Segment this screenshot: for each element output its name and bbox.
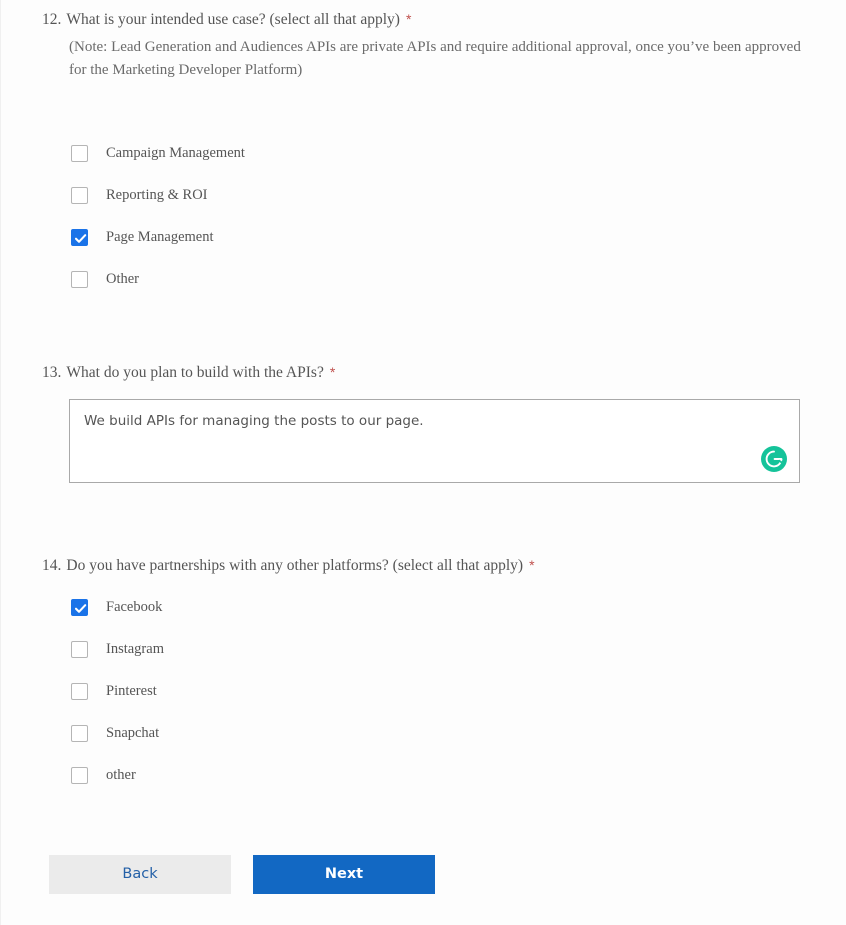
question-13-heading: 13. What do you plan to build with the A… xyxy=(42,361,335,384)
checkbox-reporting-roi[interactable] xyxy=(71,186,88,204)
checkbox-instagram[interactable] xyxy=(71,640,88,658)
option-other-platform[interactable]: other xyxy=(71,764,164,786)
option-snapchat[interactable]: Snapchat xyxy=(71,722,164,744)
option-facebook[interactable]: Facebook xyxy=(71,596,164,618)
checkbox-page-management[interactable] xyxy=(71,228,88,246)
question-14-number: 14. xyxy=(42,557,62,574)
form-page: 12. What is your intended use case? (sel… xyxy=(0,0,846,925)
option-reporting-roi[interactable]: Reporting & ROI xyxy=(71,184,245,206)
form-navigation: Back Next xyxy=(49,855,435,894)
back-button[interactable]: Back xyxy=(49,855,231,894)
question-12-number: 12. xyxy=(42,11,62,28)
question-14-text: Do you have partnerships with any other … xyxy=(66,557,524,574)
option-page-management[interactable]: Page Management xyxy=(71,226,245,248)
option-label-page-management: Page Management xyxy=(106,228,214,245)
question-12-text: What is your intended use case? (select … xyxy=(66,11,400,28)
check-icon xyxy=(74,233,87,243)
checkbox-other-platform[interactable] xyxy=(71,766,88,784)
question-13: 13. What do you plan to build with the A… xyxy=(42,361,335,384)
question-14-options: Facebook Instagram Pinterest Snapchat ot… xyxy=(71,596,164,806)
question-13-textarea[interactable]: We build APIs for managing the posts to … xyxy=(69,399,800,483)
checkbox-other[interactable] xyxy=(71,270,88,288)
option-label-snapchat: Snapchat xyxy=(106,724,160,741)
checkbox-pinterest[interactable] xyxy=(71,682,88,700)
option-label-reporting-roi: Reporting & ROI xyxy=(106,186,208,203)
option-label-pinterest: Pinterest xyxy=(106,682,157,699)
option-label-other-platform: other xyxy=(106,766,136,783)
checkbox-facebook[interactable] xyxy=(71,598,88,616)
question-12: 12. What is your intended use case? (sel… xyxy=(42,8,804,82)
question-13-number: 13. xyxy=(42,364,62,381)
option-label-instagram: Instagram xyxy=(106,640,164,657)
question-12-heading: 12. What is your intended use case? (sel… xyxy=(42,8,804,31)
option-label-campaign-management: Campaign Management xyxy=(106,144,245,161)
question-12-options: Campaign Management Reporting & ROI Page… xyxy=(71,142,245,310)
next-button[interactable]: Next xyxy=(253,855,435,894)
grammarly-icon[interactable] xyxy=(761,446,787,472)
checkbox-campaign-management[interactable] xyxy=(71,144,88,162)
question-14-heading: 14. Do you have partnerships with any ot… xyxy=(42,554,535,577)
option-campaign-management[interactable]: Campaign Management xyxy=(71,142,245,164)
question-12-note: (Note: Lead Generation and Audiences API… xyxy=(69,39,801,78)
option-pinterest[interactable]: Pinterest xyxy=(71,680,164,702)
question-12-required-asterisk: * xyxy=(405,11,412,27)
checkbox-snapchat[interactable] xyxy=(71,724,88,742)
check-icon xyxy=(74,603,87,613)
option-other[interactable]: Other xyxy=(71,268,245,290)
option-label-facebook: Facebook xyxy=(106,598,163,615)
question-13-text: What do you plan to build with the APIs? xyxy=(66,364,324,381)
question-13-required-asterisk: * xyxy=(329,364,336,380)
option-label-other: Other xyxy=(106,270,140,287)
question-14: 14. Do you have partnerships with any ot… xyxy=(42,554,535,577)
question-13-textarea-value[interactable]: We build APIs for managing the posts to … xyxy=(70,400,799,430)
option-instagram[interactable]: Instagram xyxy=(71,638,164,660)
question-14-required-asterisk: * xyxy=(529,557,535,573)
